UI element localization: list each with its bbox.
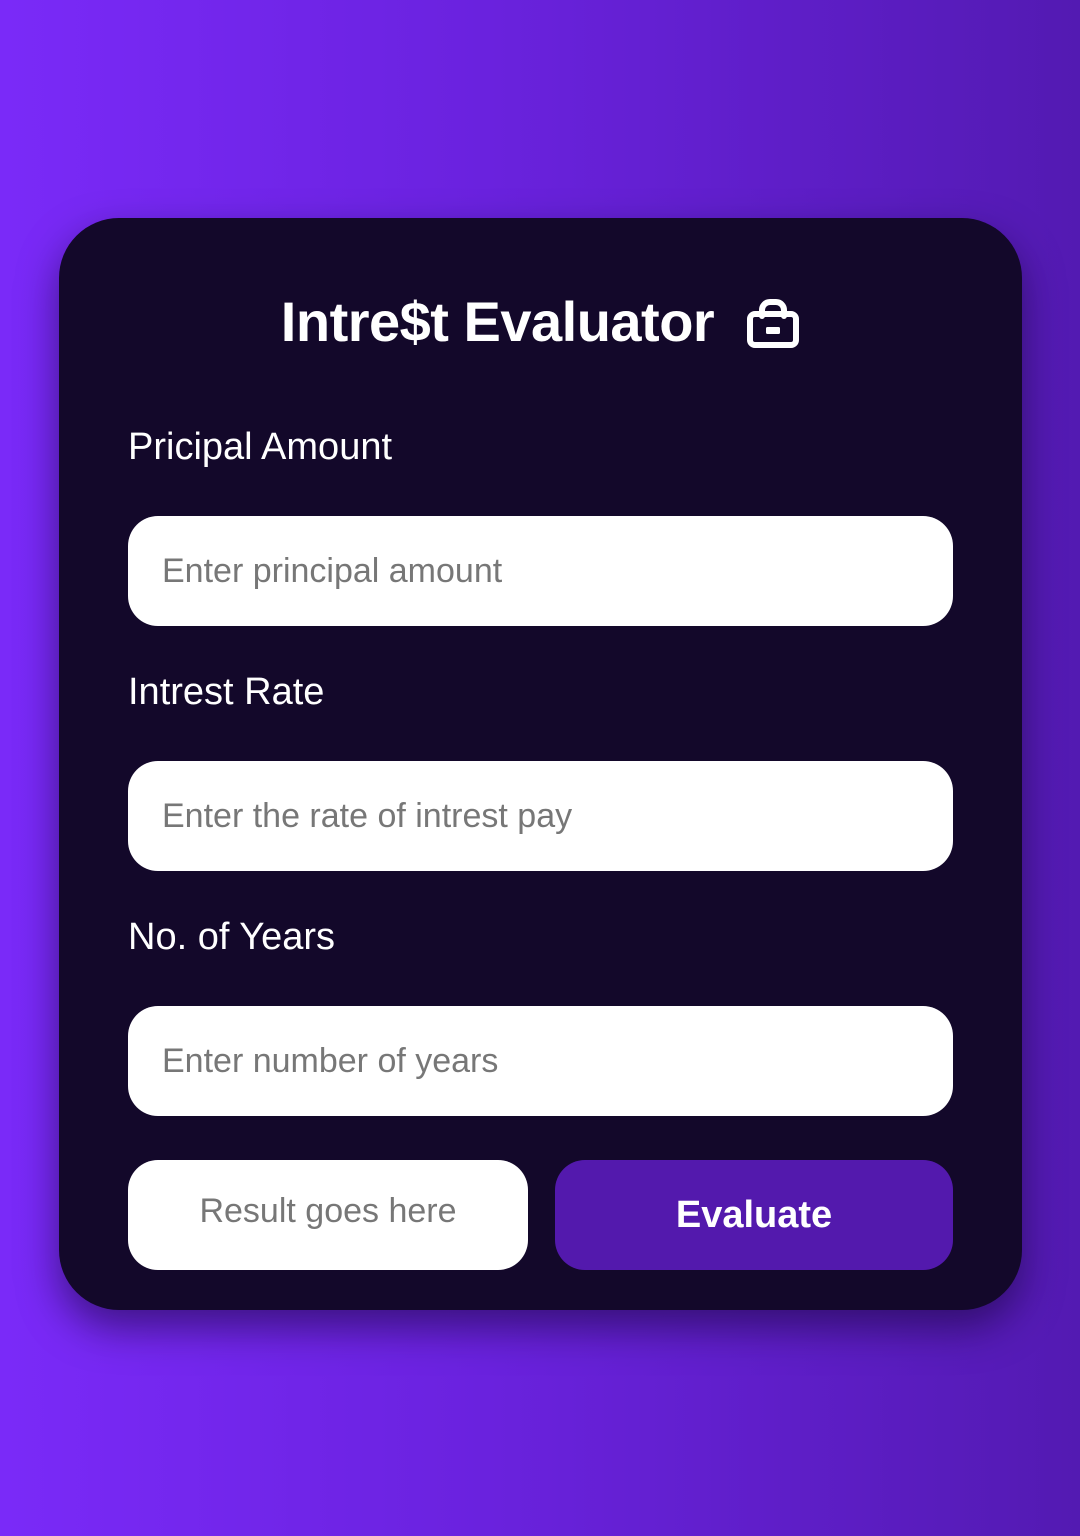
result-text: Result goes here xyxy=(199,1191,457,1230)
principal-amount-label: Pricipal Amount xyxy=(128,426,393,468)
result-display: Result goes here xyxy=(128,1160,528,1270)
evaluate-button[interactable]: Evaluate xyxy=(555,1160,953,1270)
interest-evaluator-card: Intre$t Evaluator Pricipal Amount Intres… xyxy=(59,218,1022,1310)
interest-rate-label: Intrest Rate xyxy=(128,671,325,713)
app-title: Intre$t Evaluator xyxy=(280,289,715,353)
interest-rate-input[interactable] xyxy=(128,761,953,871)
title-row: Intre$t Evaluator xyxy=(59,288,1022,354)
years-label: No. of Years xyxy=(128,916,336,958)
years-input[interactable] xyxy=(128,1006,953,1116)
lock-icon xyxy=(746,296,800,350)
principal-amount-input[interactable] xyxy=(128,516,953,626)
